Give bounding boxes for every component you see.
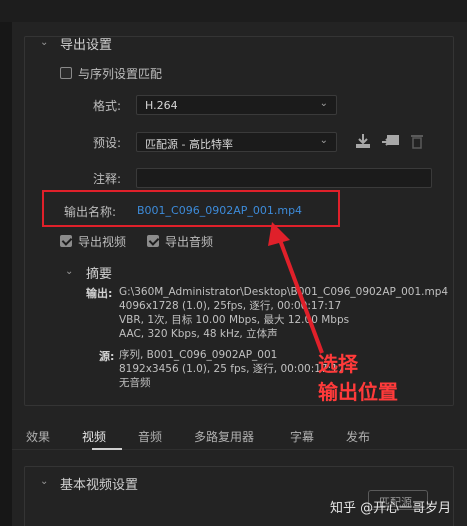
summary-source-line: 8192x3456 (1.0), 25 fps, 逐行, 00:00:17:17 — [119, 363, 345, 375]
watermark: 知乎 @开心一哥岁月 — [330, 501, 452, 516]
tab-publish[interactable]: 发布 — [346, 428, 370, 445]
chevron-down-icon: ⌄ — [319, 135, 328, 146]
preset-select[interactable]: 匹配源 - 高比特率 ⌄ — [136, 132, 337, 152]
top-strip — [0, 0, 467, 22]
format-value: H.264 — [145, 99, 178, 112]
trash-icon[interactable] — [410, 133, 424, 152]
output-name-label: 输出名称: — [64, 205, 117, 219]
summary-source-line: 无音频 — [119, 377, 151, 389]
tab-audio[interactable]: 音频 — [138, 428, 162, 445]
format-select[interactable]: H.264 ⌄ — [136, 95, 337, 115]
import-preset-icon[interactable] — [381, 133, 401, 152]
format-label: 格式: — [93, 99, 122, 113]
summary-title: 摘要 — [86, 267, 113, 282]
comments-label: 注释: — [93, 172, 122, 186]
export-video-label: 导出视频 — [78, 235, 127, 249]
export-audio-label: 导出音频 — [165, 235, 214, 249]
annotation-line: 选择 — [318, 352, 358, 376]
basic-video-title: 基本视频设置 — [60, 478, 139, 493]
match-sequence-checkbox[interactable] — [60, 67, 72, 79]
tab-multiplexer[interactable]: 多路复用器 — [194, 428, 254, 445]
export-settings-title: 导出设置 — [60, 38, 113, 53]
tab-captions[interactable]: 字幕 — [290, 428, 314, 445]
tab-video[interactable]: 视频 — [82, 428, 106, 445]
basic-video-chevron-icon[interactable]: ⌄ — [40, 476, 48, 487]
summary-chevron-icon[interactable]: ⌄ — [65, 266, 73, 277]
tab-effects[interactable]: 效果 — [26, 428, 50, 445]
collapse-chevron-icon[interactable]: ⌄ — [40, 37, 48, 48]
annotation-arrow — [268, 222, 324, 354]
chevron-down-icon: ⌄ — [319, 98, 328, 109]
output-name-link[interactable]: B001_C096_0902AP_001.mp4 — [137, 204, 302, 217]
settings-tabs: 效果 视频 音频 多路复用器 字幕 发布 — [12, 422, 467, 450]
save-preset-icon[interactable] — [354, 133, 372, 152]
comments-input[interactable] — [136, 168, 432, 188]
annotation-line: 输出位置 — [318, 380, 398, 404]
annotation-text: 选择 输出位置 — [318, 350, 398, 406]
summary-output-key: 输出: — [86, 287, 113, 300]
match-sequence-label: 与序列设置匹配 — [78, 67, 163, 81]
export-audio-checkbox[interactable] — [147, 235, 159, 247]
left-rail — [0, 22, 12, 526]
export-video-checkbox[interactable] — [60, 235, 72, 247]
summary-source-key: 源: — [99, 350, 115, 363]
preset-value: 匹配源 - 高比特率 — [145, 138, 233, 151]
active-tab-indicator — [92, 448, 122, 450]
preset-label: 预设: — [93, 136, 122, 150]
